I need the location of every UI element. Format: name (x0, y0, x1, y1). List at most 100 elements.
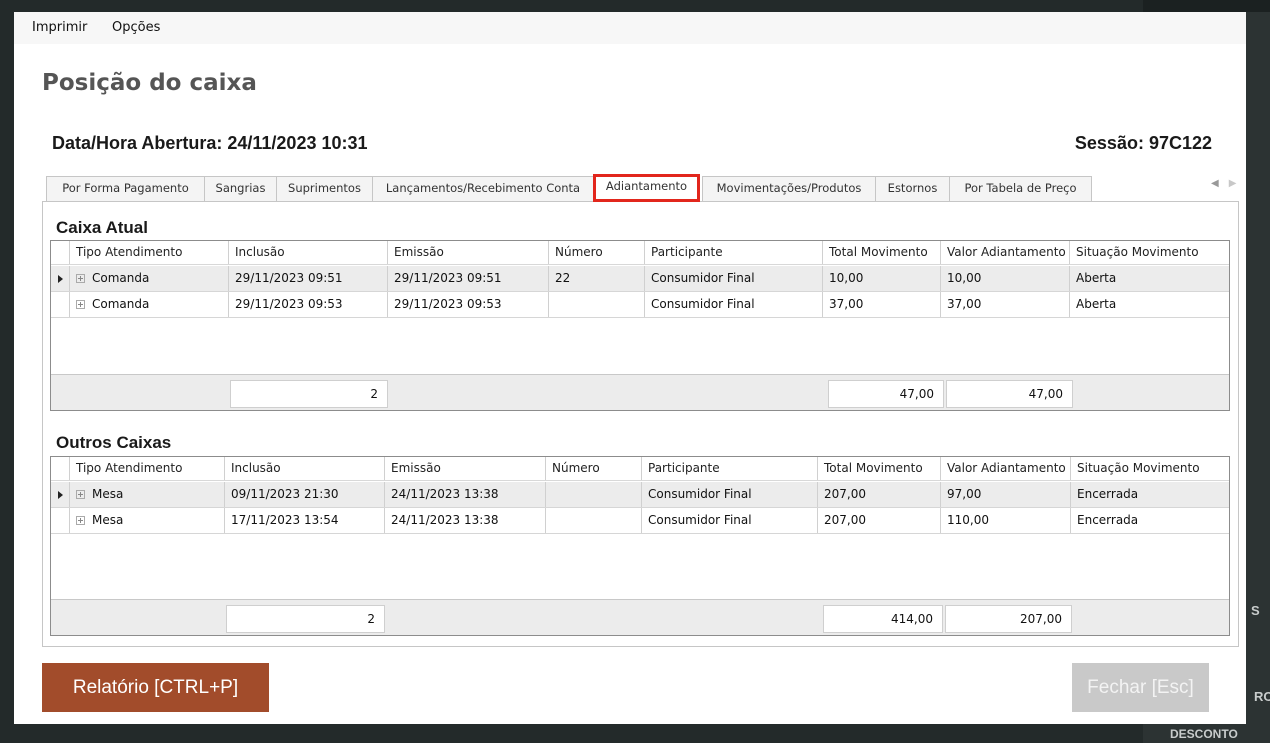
row-indicator-header (51, 241, 70, 264)
cell-tipo-atendimento: Mesa (70, 482, 225, 507)
expand-plus-icon[interactable] (76, 516, 85, 525)
grid-outros-caixas[interactable]: Tipo Atendimento Inclusão Emissão Número… (50, 456, 1230, 636)
cell-participante: Consumidor Final (645, 292, 823, 317)
cell-numero (549, 292, 645, 317)
background-text-desconto: DESCONTO (1170, 727, 1238, 741)
row-indicator (51, 266, 70, 291)
cell-situacao-movimento: Encerrada (1077, 513, 1139, 527)
cell-total-movimento: 37,00 (823, 292, 941, 317)
cell-total-movimento: 207,00 (818, 508, 941, 533)
row-pointer-icon (58, 275, 63, 283)
cell-valor-adiantamento: 10,00 (941, 266, 1070, 291)
menu-imprimir[interactable]: Imprimir (32, 20, 87, 35)
section-title-outros-caixas: Outros Caixas (56, 433, 172, 452)
col-valor-adiantamento[interactable]: Valor Adiantamento (941, 457, 1071, 480)
tab-por-tabela-de-preco[interactable]: Por Tabela de Preço (949, 176, 1092, 201)
col-situacao-movimento[interactable]: Situação Movimento (1071, 457, 1229, 480)
col-tipo-atendimento[interactable]: Tipo Atendimento (70, 241, 229, 264)
footer-count: 2 (226, 605, 385, 633)
cell-participante: Consumidor Final (645, 266, 823, 291)
chevron-left-icon[interactable]: ◀ (1211, 178, 1229, 189)
row-indicator (51, 292, 70, 317)
col-participante[interactable]: Participante (642, 457, 818, 480)
cell-emissao: 24/11/2023 13:38 (385, 508, 546, 533)
cell-participante: Consumidor Final (642, 482, 818, 507)
cell-numero: 22 (549, 266, 645, 291)
cell-text: Mesa (92, 487, 124, 501)
menu-bar: Imprimir Opções (14, 12, 1246, 44)
col-emissao[interactable]: Emissão (388, 241, 549, 264)
session-id: Sessão: 97C122 (1074, 133, 1212, 153)
footer-total-movimento: 47,00 (828, 380, 944, 408)
cell-inclusao: 17/11/2023 13:54 (225, 508, 385, 533)
cell-numero (546, 508, 642, 533)
tab-suprimentos[interactable]: Suprimentos (276, 176, 373, 201)
tab-lancamentos-recebimento-conta[interactable]: Lançamentos/Recebimento Conta (372, 176, 594, 201)
tab-scroll-arrows[interactable]: ◀▶ (1211, 178, 1246, 189)
col-tipo-atendimento[interactable]: Tipo Atendimento (70, 457, 225, 480)
footer-valor-adiantamento: 207,00 (945, 605, 1072, 633)
cell-valor-adiantamento: 97,00 (941, 482, 1071, 507)
expand-plus-icon[interactable] (76, 300, 85, 309)
cell-emissao: 29/11/2023 09:51 (388, 266, 549, 291)
cell-tipo-atendimento: Mesa (70, 508, 225, 533)
chevron-right-icon[interactable]: ▶ (1229, 178, 1247, 189)
cell-participante: Consumidor Final (642, 508, 818, 533)
report-button[interactable]: Relatório [CTRL+P] (42, 663, 269, 712)
grid-header: Tipo Atendimento Inclusão Emissão Número… (51, 241, 1229, 265)
table-row[interactable]: Comanda 29/11/2023 09:51 29/11/2023 09:5… (51, 266, 1229, 292)
col-emissao[interactable]: Emissão (385, 457, 546, 480)
col-inclusao[interactable]: Inclusão (225, 457, 385, 480)
cell-inclusao: 29/11/2023 09:53 (229, 292, 388, 317)
cell-situacao-movimento: Aberta (1076, 297, 1117, 311)
footer-total-movimento: 414,00 (823, 605, 943, 633)
tab-movimentacoes-produtos[interactable]: Movimentações/Produtos (702, 176, 876, 201)
col-situacao-movimento[interactable]: Situação Movimento (1070, 241, 1229, 264)
cell-tipo-atendimento: Comanda (70, 266, 229, 291)
grid-footer: 2 47,00 47,00 (51, 374, 1229, 410)
background-text-s: S (1251, 603, 1260, 618)
cell-inclusao: 29/11/2023 09:51 (229, 266, 388, 291)
footer-count: 2 (230, 380, 388, 408)
tab-adiantamento[interactable]: Adiantamento (593, 174, 700, 202)
opening-datetime: Data/Hora Abertura: 24/11/2023 10:31 (52, 133, 368, 153)
col-numero[interactable]: Número (546, 457, 642, 480)
row-indicator (51, 482, 70, 507)
row-indicator-header (51, 457, 70, 480)
cell-emissao: 29/11/2023 09:53 (388, 292, 549, 317)
row-indicator (51, 508, 70, 533)
cell-text: Mesa (92, 513, 124, 527)
row-pointer-icon (58, 491, 63, 499)
menu-opcoes[interactable]: Opções (112, 20, 160, 35)
footer-valor-adiantamento: 47,00 (946, 380, 1073, 408)
tab-estornos[interactable]: Estornos (875, 176, 950, 201)
close-button[interactable]: Fechar [Esc] (1072, 663, 1209, 712)
expand-plus-icon[interactable] (76, 274, 85, 283)
cell-situacao-movimento: Encerrada (1077, 487, 1139, 501)
caixa-window: Imprimir Opções Posição do caixa Data/Ho… (14, 12, 1246, 724)
cell-numero (546, 482, 642, 507)
cell-valor-adiantamento: 37,00 (941, 292, 1070, 317)
col-participante[interactable]: Participante (645, 241, 823, 264)
col-inclusao[interactable]: Inclusão (229, 241, 388, 264)
grid-footer: 2 414,00 207,00 (51, 599, 1229, 635)
tab-por-forma-pagamento[interactable]: Por Forma Pagamento (46, 176, 205, 201)
page-title: Posição do caixa (42, 70, 257, 96)
cell-total-movimento: 10,00 (823, 266, 941, 291)
cell-valor-adiantamento: 110,00 (941, 508, 1071, 533)
grid-header: Tipo Atendimento Inclusão Emissão Número… (51, 457, 1229, 481)
table-row[interactable]: Mesa 17/11/2023 13:54 24/11/2023 13:38 C… (51, 508, 1229, 534)
col-total-movimento[interactable]: Total Movimento (818, 457, 941, 480)
col-numero[interactable]: Número (549, 241, 645, 264)
col-total-movimento[interactable]: Total Movimento (823, 241, 941, 264)
col-valor-adiantamento[interactable]: Valor Adiantamento (941, 241, 1070, 264)
table-row[interactable]: Comanda 29/11/2023 09:53 29/11/2023 09:5… (51, 292, 1229, 318)
table-row[interactable]: Mesa 09/11/2023 21:30 24/11/2023 13:38 C… (51, 482, 1229, 508)
expand-plus-icon[interactable] (76, 490, 85, 499)
section-title-caixa-atual: Caixa Atual (56, 218, 148, 237)
cell-text: Comanda (92, 297, 150, 311)
cell-text: Comanda (92, 271, 150, 285)
tab-sangrias[interactable]: Sangrias (204, 176, 277, 201)
cell-inclusao: 09/11/2023 21:30 (225, 482, 385, 507)
grid-caixa-atual[interactable]: Tipo Atendimento Inclusão Emissão Número… (50, 240, 1230, 411)
